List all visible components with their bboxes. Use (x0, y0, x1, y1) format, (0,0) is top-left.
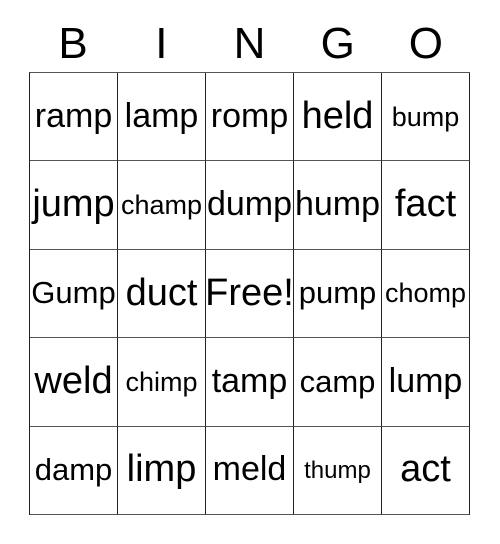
bingo-cell[interactable]: duct (118, 249, 206, 339)
bingo-cell[interactable]: Gump (30, 249, 118, 339)
bingo-cell[interactable]: romp (206, 73, 294, 162)
bingo-cell[interactable]: ramp (30, 73, 118, 162)
bingo-row: Gump duct Free! pump chomp (30, 249, 470, 339)
bingo-cell-label: act (400, 448, 451, 491)
bingo-cell-label: thump (304, 456, 371, 484)
bingo-cell-label: Gump (31, 275, 116, 311)
bingo-cell-label: weld (34, 359, 113, 402)
bingo-cell-label: lump (388, 362, 463, 401)
bingo-header-row: BINGO (29, 18, 470, 70)
bingo-cell-label: romp (210, 96, 289, 135)
bingo-header-letter-g: G (320, 19, 355, 68)
bingo-cell[interactable]: dump (206, 161, 294, 250)
bingo-cell[interactable]: meld (206, 426, 294, 516)
bingo-cell-label: camp (299, 363, 376, 399)
bingo-card: B I N G O ramp lamp romp held bump jump champ dump h… (0, 0, 500, 544)
bingo-header-letter-n: N (233, 19, 266, 68)
bingo-cell-label: pump (298, 275, 377, 311)
bingo-cell[interactable]: bump (382, 73, 470, 162)
bingo-cell-label: chimp (125, 366, 198, 397)
bingo-cell-label: bump (391, 101, 460, 132)
bingo-header-letter-i: I (155, 19, 168, 68)
bingo-row: ramp lamp romp held bump (30, 73, 470, 162)
bingo-cell[interactable]: act (382, 426, 470, 516)
bingo-cell-label: ramp (34, 96, 113, 135)
bingo-cell[interactable]: damp (30, 426, 118, 516)
bingo-cell-label: meld (212, 450, 287, 489)
bingo-cell[interactable]: lamp (118, 73, 206, 162)
bingo-cell[interactable]: limp (118, 426, 206, 516)
bingo-cell-label: Free! (206, 271, 294, 314)
bingo-cell-label: tamp (211, 362, 288, 401)
bingo-cell-label: dump (206, 185, 293, 224)
bingo-cell-label: damp (34, 452, 113, 488)
bingo-row: jump champ dump hump fact (30, 161, 470, 250)
bingo-cell[interactable]: fact (382, 161, 470, 250)
bingo-cell-label: champ (120, 189, 203, 220)
bingo-cell[interactable]: tamp (206, 338, 294, 427)
bingo-row: damp limp meld thump act (30, 426, 470, 516)
bingo-cell-label: chomp (384, 278, 467, 309)
bingo-cell[interactable]: camp (294, 338, 382, 427)
bingo-cell-label: jump (32, 183, 115, 226)
bingo-cell[interactable]: weld (30, 338, 118, 427)
bingo-cell[interactable]: chomp (382, 249, 470, 339)
bingo-cell-label: fact (394, 183, 457, 226)
bingo-cell[interactable]: thump (294, 426, 382, 516)
bingo-cell-label: hump (294, 185, 381, 224)
bingo-header-letter-b: B (58, 19, 88, 68)
bingo-cell[interactable]: jump (30, 161, 118, 250)
bingo-cell-free-space[interactable]: Free! (206, 249, 294, 339)
bingo-cell[interactable]: hump (294, 161, 382, 250)
bingo-cell[interactable]: champ (118, 161, 206, 250)
bingo-cell[interactable]: lump (382, 338, 470, 427)
bingo-cell-label: duct (125, 271, 198, 314)
bingo-header-letter-o: O (408, 19, 444, 68)
bingo-cell-label: limp (126, 448, 197, 491)
bingo-cell-label: lamp (124, 96, 199, 135)
bingo-grid: ramp lamp romp held bump jump champ dump hump fac… (29, 72, 470, 516)
bingo-cell[interactable]: held (294, 73, 382, 162)
bingo-cell-label: held (301, 94, 374, 137)
bingo-cell[interactable]: pump (294, 249, 382, 339)
bingo-row: weld chimp tamp camp lump (30, 338, 470, 427)
bingo-cell[interactable]: chimp (118, 338, 206, 427)
